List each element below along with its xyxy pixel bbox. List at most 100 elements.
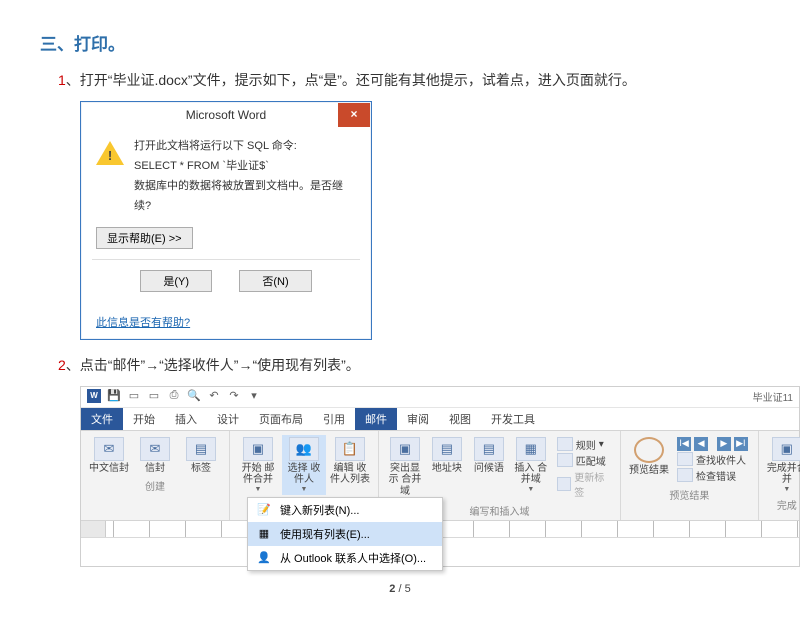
tab-home[interactable]: 开始 [123, 408, 165, 430]
chinese-envelope-button[interactable]: ✉中文信封 [87, 435, 131, 477]
preview-results-button[interactable]: 预览结果 [627, 435, 671, 485]
tab-layout[interactable]: 页面布局 [249, 408, 313, 430]
step-1-text: 、打开“毕业证.docx”文件，提示如下，点“是”。还可能有其他提示，试着点，进… [66, 72, 636, 88]
ribbon-tabs: 文件 开始 插入 设计 页面布局 引用 邮件 审阅 视图 开发工具 [81, 408, 799, 430]
match-fields-button[interactable]: 匹配域 [557, 453, 610, 468]
document-title: 毕业证11 [753, 389, 793, 404]
match-icon [557, 453, 573, 467]
tab-review[interactable]: 审阅 [397, 408, 439, 430]
group-preview: 预览结果 I◀◀ ▶▶I 查找收件人 检查错误 预览结果 [621, 431, 759, 520]
update-labels-button[interactable]: 更新标签 [557, 469, 610, 499]
menu-outlook-contacts[interactable]: 👤从 Outlook 联系人中选择(O)... [248, 546, 442, 570]
first-record-icon[interactable]: I◀ [677, 437, 691, 451]
address-block-button[interactable]: ▤地址块 [427, 435, 467, 501]
check-errors-button[interactable]: 检查错误 [677, 468, 748, 483]
group-finish-label: 完成 [777, 497, 797, 512]
greeting-line-button[interactable]: ▤问候语 [469, 435, 509, 501]
dialog-help-link[interactable]: 此信息是否有帮助? [82, 310, 370, 338]
start-mail-merge-button[interactable]: ▣开始 邮件合并▼ [236, 435, 280, 495]
label-icon: ▤ [186, 437, 216, 461]
open-icon[interactable]: ▭ [127, 389, 141, 403]
edit-recipient-list-button[interactable]: 📋编辑 收件人列表 [328, 435, 372, 495]
highlight-fields-button[interactable]: ▣突出显示 合并域 [385, 435, 425, 501]
chevron-down-icon: ▼ [527, 486, 534, 493]
word-logo-icon: W [87, 389, 101, 403]
group-finish: ▣完成并合并▼ 完成 [759, 431, 800, 520]
chevron-down-icon: ▼ [301, 486, 308, 493]
dialog-title: Microsoft Word [82, 103, 370, 127]
update-icon [557, 477, 572, 491]
dialog-line-3: 数据库中的数据将被放置到文档中。是否继续? [134, 177, 356, 217]
prev-record-icon[interactable]: ◀ [694, 437, 708, 451]
rules-icon [557, 437, 573, 451]
qat-dropdown-icon[interactable]: ▾ [247, 389, 261, 403]
tab-view[interactable]: 视图 [439, 408, 481, 430]
word-window: W 💾 ▭ ▭ ⎙ 🔍 ↶ ↷ ▾ 毕业证11 文件 开始 插入 设计 页面布局… [80, 386, 800, 567]
step-2: 2、点击“邮件”→“选择收件人”→“使用现有列表”。 [58, 354, 760, 376]
address-icon: ▤ [432, 437, 462, 461]
finish-icon: ▣ [772, 437, 800, 461]
rules-button[interactable]: 规则 ▾ [557, 437, 610, 452]
insert-field-icon: ▦ [516, 437, 546, 461]
group-create-label: 创建 [145, 478, 165, 493]
print-icon[interactable]: ⎙ [167, 389, 181, 403]
quick-access-toolbar: W 💾 ▭ ▭ ⎙ 🔍 ↶ ↷ ▾ [81, 387, 799, 405]
finish-merge-button[interactable]: ▣完成并合并▼ [765, 435, 800, 495]
outlook-icon: 👤 [256, 550, 272, 566]
undo-icon[interactable]: ↶ [207, 389, 221, 403]
new-list-icon: 📝 [256, 502, 272, 518]
tab-developer[interactable]: 开发工具 [481, 408, 545, 430]
redo-icon[interactable]: ↷ [227, 389, 241, 403]
find-icon [677, 452, 693, 466]
labels-button[interactable]: ▤标签 [179, 435, 223, 477]
record-nav[interactable]: I◀◀ ▶▶I [677, 437, 748, 451]
ribbon: ✉中文信封 ✉信封 ▤标签 创建 ▣开始 邮件合并▼ 👥选择 收件人▼ 📋编辑 … [81, 430, 799, 521]
chevron-down-icon: ▼ [783, 486, 790, 493]
greeting-icon: ▤ [474, 437, 504, 461]
existing-list-icon: ▦ [256, 526, 272, 542]
tab-design[interactable]: 设计 [207, 408, 249, 430]
tab-references[interactable]: 引用 [313, 408, 355, 430]
word-titlebar: W 💾 ▭ ▭ ⎙ 🔍 ↶ ↷ ▾ 毕业证11 [81, 387, 799, 408]
last-record-icon[interactable]: ▶I [734, 437, 748, 451]
new-icon[interactable]: ▭ [147, 389, 161, 403]
warning-icon: ! [96, 141, 124, 169]
word-sql-dialog: Microsoft Word × ! 打开此文档将运行以下 SQL 命令: SE… [80, 101, 372, 339]
check-icon [677, 468, 693, 482]
insert-merge-field-button[interactable]: ▦插入 合并域▼ [511, 435, 551, 501]
step-1-number: 1 [58, 72, 66, 88]
preview-icon[interactable]: 🔍 [187, 389, 201, 403]
next-record-icon[interactable]: ▶ [717, 437, 731, 451]
menu-use-existing-list[interactable]: ▦使用现有列表(E)... [248, 522, 442, 546]
dialog-titlebar: Microsoft Word × [82, 103, 370, 127]
group-create: ✉中文信封 ✉信封 ▤标签 创建 [81, 431, 230, 520]
tab-file[interactable]: 文件 [81, 408, 123, 430]
edit-list-icon: 📋 [335, 437, 365, 461]
envelope-cn-icon: ✉ [94, 437, 124, 461]
no-button[interactable]: 否(N) [239, 270, 311, 292]
step-1: 1、打开“毕业证.docx”文件，提示如下，点“是”。还可能有其他提示，试着点，… [58, 69, 760, 91]
yes-button[interactable]: 是(Y) [140, 270, 212, 292]
tab-insert[interactable]: 插入 [165, 408, 207, 430]
chevron-down-icon: ▼ [255, 486, 262, 493]
find-recipient-button[interactable]: 查找收件人 [677, 452, 748, 467]
start-merge-icon: ▣ [243, 437, 273, 461]
close-button[interactable]: × [338, 103, 370, 127]
select-recipients-button[interactable]: 👥选择 收件人▼ [282, 435, 326, 495]
tab-mailings[interactable]: 邮件 [355, 408, 397, 430]
envelope-button[interactable]: ✉信封 [133, 435, 177, 477]
highlight-icon: ▣ [390, 437, 420, 461]
page-number: 2 / 5 [40, 583, 760, 595]
select-recipients-icon: 👥 [289, 437, 319, 461]
save-icon[interactable]: 💾 [107, 389, 121, 403]
preview-results-icon [634, 437, 664, 463]
show-help-button[interactable]: 显示帮助(E) >> [96, 227, 193, 249]
step-2-text: 、点击“邮件”→“选择收件人”→“使用现有列表”。 [66, 357, 360, 373]
select-recipients-menu: 📝键入新列表(N)... ▦使用现有列表(E)... 👤从 Outlook 联系… [247, 497, 443, 571]
section-heading: 三、打印。 [40, 30, 760, 55]
group-preview-label: 预览结果 [669, 487, 709, 502]
menu-type-new-list[interactable]: 📝键入新列表(N)... [248, 498, 442, 522]
step-2-number: 2 [58, 357, 66, 373]
group-write-label: 编写和插入域 [470, 503, 530, 518]
dialog-line-1: 打开此文档将运行以下 SQL 命令: [134, 137, 356, 157]
